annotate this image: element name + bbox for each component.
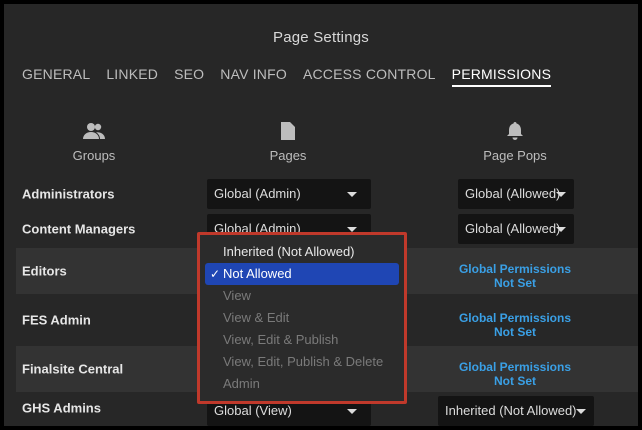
option-view-edit-publish: View, Edit & Publish <box>223 332 339 347</box>
page-settings-dialog: Page Settings GENERAL LINKED SEO NAV INF… <box>4 4 638 426</box>
pages-column-label: Pages <box>269 148 307 163</box>
global-permissions-text: Global Permissions <box>458 311 572 325</box>
tab-general[interactable]: GENERAL <box>22 66 90 87</box>
select-value: Global (Allowed) <box>465 186 561 201</box>
pages-permission-select[interactable]: Global (Admin) <box>207 179 371 209</box>
global-permissions-link[interactable]: Global Permissions Not Set <box>455 311 575 339</box>
tab-permissions[interactable]: PERMISSIONS <box>451 66 552 87</box>
groups-column-header: Groups <box>14 122 174 163</box>
not-set-text: Not Set <box>494 325 536 339</box>
option-view: View <box>223 288 251 303</box>
permission-dropdown-menu: Inherited (Not Allowed) ✓ Not Allowed Vi… <box>197 232 407 404</box>
check-icon: ✓ <box>210 267 221 281</box>
page-pops-column-label: Page Pops <box>483 148 547 163</box>
tab-nav-info[interactable]: NAV INFO <box>220 66 287 87</box>
select-value: Global (View) <box>214 403 292 418</box>
pops-permission-select[interactable]: Global (Allowed) <box>458 214 574 244</box>
global-permissions-link[interactable]: Global Permissions Not Set <box>455 262 575 290</box>
option-view-edit: View & Edit <box>223 310 290 325</box>
bell-icon <box>435 122 595 142</box>
page-pops-column-header: Page Pops <box>435 122 595 163</box>
global-permissions-link[interactable]: Global Permissions Not Set <box>455 360 575 388</box>
users-icon <box>14 122 174 142</box>
select-value: Inherited (Not Allowed) <box>445 403 577 418</box>
tab-access-control[interactable]: ACCESS CONTROL <box>303 66 436 87</box>
group-name: GHS Admins <box>22 400 101 416</box>
tab-linked[interactable]: LINKED <box>106 66 158 87</box>
groups-column-label: Groups <box>72 148 116 163</box>
group-name: Administrators <box>22 186 115 202</box>
chevron-down-icon <box>347 192 357 197</box>
not-set-text: Not Set <box>494 374 536 388</box>
option-inherited-not-allowed[interactable]: Inherited (Not Allowed) <box>205 241 399 263</box>
chevron-down-icon <box>556 227 566 232</box>
group-name: Content Managers <box>22 221 136 237</box>
chevron-down-icon <box>347 409 357 414</box>
page-icon <box>208 122 368 142</box>
chevron-down-icon <box>556 192 566 197</box>
pops-permission-select[interactable]: Global (Allowed) <box>458 179 574 209</box>
not-set-text: Not Set <box>494 276 536 290</box>
option-not-allowed[interactable]: ✓ Not Allowed <box>205 263 399 285</box>
group-name: Finalsite Central <box>22 361 124 377</box>
tab-bar: GENERAL LINKED SEO NAV INFO ACCESS CONTR… <box>22 66 567 87</box>
global-permissions-text: Global Permissions <box>458 262 572 276</box>
select-value: Global (Allowed) <box>465 221 561 236</box>
group-name: FES Admin <box>22 312 91 328</box>
option-admin: Admin <box>223 376 260 391</box>
group-name: Editors <box>22 263 67 279</box>
global-permissions-text: Global Permissions <box>458 360 572 374</box>
option-label: Not Allowed <box>223 266 292 281</box>
pops-permission-select[interactable]: Inherited (Not Allowed) <box>438 396 594 426</box>
dialog-title: Page Settings <box>273 29 369 46</box>
select-value: Global (Admin) <box>214 186 301 201</box>
tab-seo[interactable]: SEO <box>174 66 204 87</box>
option-view-edit-publish-delete: View, Edit, Publish & Delete <box>223 354 384 369</box>
chevron-down-icon <box>576 409 586 414</box>
pages-column-header: Pages <box>208 122 368 163</box>
